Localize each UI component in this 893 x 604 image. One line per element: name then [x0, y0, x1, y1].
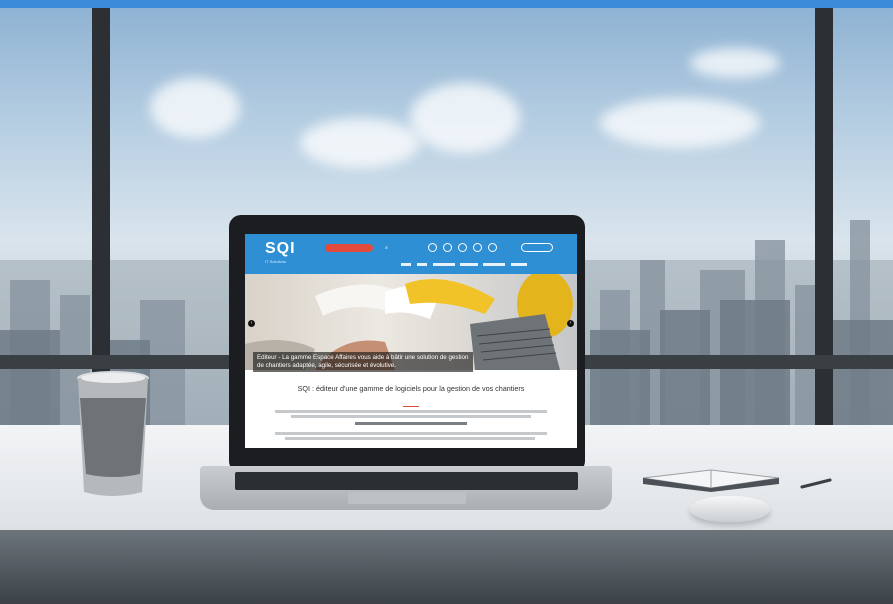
site-headline: SQI : éditeur d'une gamme de logiciels p…	[297, 384, 525, 393]
cloud	[600, 98, 760, 148]
photo-scene: SQI IT Solutions ✆ Editeur - La gamme Es…	[0, 0, 893, 604]
desk-edge	[0, 530, 893, 604]
notebook-icon	[642, 469, 780, 492]
headline-underline	[403, 406, 419, 407]
social-icon[interactable]	[488, 243, 497, 252]
site-header: SQI IT Solutions ✆	[245, 234, 577, 274]
nav-item[interactable]	[483, 263, 505, 266]
nav-item[interactable]	[460, 263, 478, 266]
support-button[interactable]	[521, 243, 553, 252]
hero-caption: Editeur - La gamme Espace Affaires vous …	[253, 352, 473, 372]
laptop-screen: SQI IT Solutions ✆ Editeur - La gamme Es…	[245, 234, 577, 448]
social-icon[interactable]	[473, 243, 482, 252]
site-logo[interactable]: SQI	[265, 240, 296, 258]
cloud	[690, 48, 780, 78]
laptop-trackpad	[348, 492, 466, 504]
cloud	[150, 78, 240, 138]
cloud	[410, 83, 520, 153]
cup-icon	[77, 371, 149, 496]
arrow-right-icon[interactable]: ›	[567, 320, 574, 327]
cta-button[interactable]	[325, 244, 373, 252]
hero-image: Editeur - La gamme Espace Affaires vous …	[245, 274, 577, 372]
nav-item[interactable]	[433, 263, 455, 266]
arrow-left-icon[interactable]: ‹	[248, 320, 255, 327]
paragraph-line	[275, 410, 547, 413]
social-icon[interactable]	[443, 243, 452, 252]
social-icon[interactable]	[458, 243, 467, 252]
site-logo-subtitle: IT Solutions	[265, 259, 287, 264]
nav-item[interactable]	[511, 263, 527, 266]
paragraph-line	[275, 432, 547, 435]
nav-item[interactable]	[417, 263, 427, 266]
top-accent-bar	[0, 0, 893, 8]
mouse-icon	[690, 496, 770, 522]
social-icon[interactable]	[428, 243, 437, 252]
laptop-keyboard	[235, 472, 578, 490]
subheading-line	[355, 422, 467, 425]
phone-icon: ✆	[385, 246, 388, 250]
nav-item[interactable]	[401, 263, 411, 266]
cloud	[300, 118, 420, 168]
paragraph-line	[291, 415, 531, 418]
paragraph-line	[285, 437, 535, 440]
